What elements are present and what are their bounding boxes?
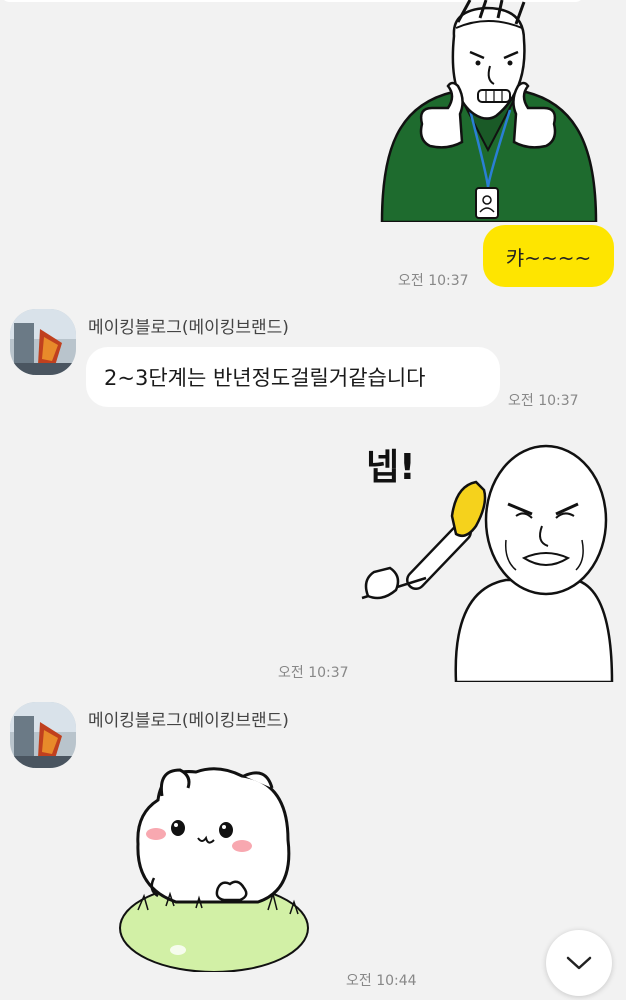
avatar[interactable] [10, 702, 76, 768]
sticker-thumbs-up-man[interactable] [378, 0, 598, 222]
sticker-salute[interactable]: 넵! [356, 430, 614, 682]
received-message-bubble[interactable]: 2~3단계는 반년정도걸릴거같습니다 [86, 347, 500, 407]
chevron-down-icon [566, 956, 592, 970]
message-text: 2~3단계는 반년정도걸릴거같습니다 [104, 366, 426, 390]
message-time: 오전 10:37 [508, 393, 579, 409]
avatar[interactable] [10, 309, 76, 375]
message-text: 캬~~~~ [505, 245, 592, 270]
sticker-text: 넵! [366, 447, 416, 488]
chat-window[interactable]: 오전 10:37 캬~~~~ 메이킹블로그(메이킹브랜드) 2~3단계는 반년정… [0, 0, 626, 1000]
sender-name: 메이킹블로그(메이킹브랜드) [88, 711, 289, 731]
avatar-image [10, 702, 76, 768]
sender-name: 메이킹블로그(메이킹브랜드) [88, 318, 289, 338]
avatar-image [10, 309, 76, 375]
my-message-bubble[interactable]: 캬~~~~ [483, 225, 614, 287]
scroll-to-bottom-button[interactable] [546, 930, 612, 996]
message-time: 오전 10:37 [278, 665, 349, 681]
message-time: 오전 10:44 [346, 973, 417, 989]
message-time: 오전 10:37 [398, 273, 469, 289]
sticker-hamster[interactable] [118, 760, 312, 972]
